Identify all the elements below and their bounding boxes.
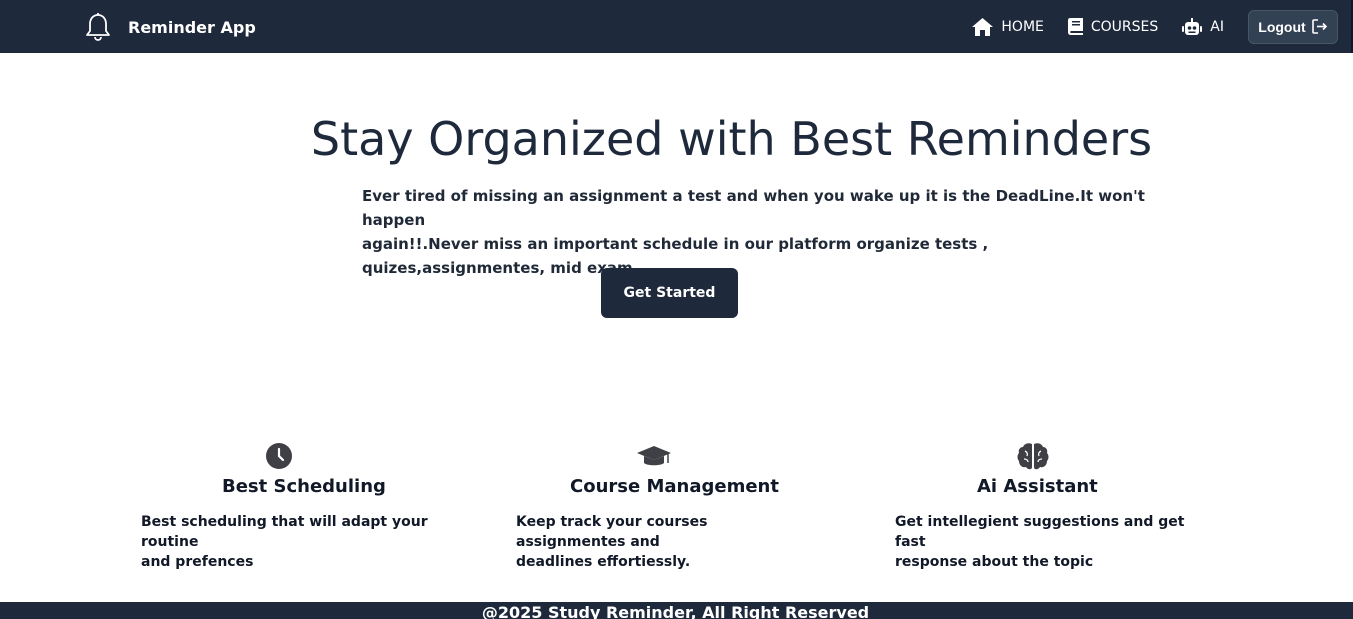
feature-title: Course Management [570,476,779,497]
feature-description: Get intellegient suggestions and get fas… [895,512,1195,572]
feature-description-line: Best scheduling that will adapt your rou… [141,514,428,550]
navbar: Reminder App HOME COURSES AI Logout [0,0,1353,53]
brain-icon [1017,442,1049,474]
hero-description: Ever tired of missing an assignment a te… [362,184,1162,280]
brand-title: Reminder App [128,17,256,37]
feature-description-line: Keep track your courses assignmentes and [516,514,708,550]
hero-title: Stay Organized with Best Reminders [310,112,1153,166]
feature-description-line: response about the topic [895,554,1094,570]
get-started-button[interactable]: Get Started [601,268,738,318]
footer-copyright: @2025 Study Reminder, All Right Reserved [481,603,870,619]
brand[interactable]: Reminder App [84,12,256,42]
feature-title: Ai Assistant [977,476,1098,497]
feature-description-line: Get intellegient suggestions and get fas… [895,514,1185,550]
nav-home-link[interactable]: HOME [972,17,1044,36]
feature-description: Keep track your courses assignmentes and… [516,512,816,572]
logout-icon [1311,19,1327,34]
home-icon [972,17,994,36]
robot-icon [1182,17,1203,35]
graduation-cap-icon [637,446,671,472]
nav-ai-label: AI [1210,18,1224,35]
nav-courses-label: COURSES [1090,18,1159,35]
feature-title: Best Scheduling [222,476,386,497]
nav-ai-link[interactable]: AI [1182,17,1224,36]
logout-label: Logout [1258,18,1306,35]
logout-button[interactable]: Logout [1248,9,1338,44]
clock-icon [265,442,293,474]
feature-description-line: deadlines effortiessly. [516,554,691,570]
footer: @2025 Study Reminder, All Right Reserved [0,602,1353,619]
nav-home-label: HOME [1001,18,1044,35]
feature-description-line: and prefences [141,554,254,570]
hero-description-line: Ever tired of missing an assignment a te… [362,187,1145,229]
book-icon [1067,18,1083,35]
feature-description: Best scheduling that will adapt your rou… [141,512,441,572]
bell-icon [84,12,112,42]
nav-courses-link[interactable]: COURSES [1067,18,1159,35]
nav-links: HOME COURSES AI Logout [972,0,1351,53]
hero-description-line: again!!.Never miss an important schedule… [362,235,989,277]
